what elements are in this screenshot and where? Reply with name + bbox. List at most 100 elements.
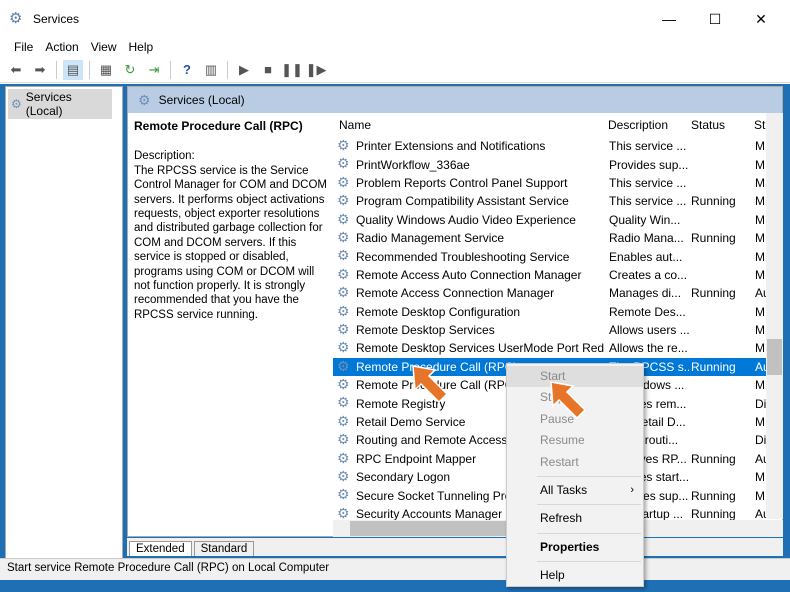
toolbar: ⬅ ➡ ▤ ▦ ↻ ⇥ ? ▥ ▶ ■ ❚❚ ❚▶ bbox=[0, 57, 790, 83]
menu-item-resume[interactable]: Resume bbox=[507, 430, 643, 451]
gear-icon: ⚙ bbox=[337, 339, 350, 356]
services-app-icon: ⚙ bbox=[9, 10, 23, 27]
tab-extended[interactable]: Extended bbox=[129, 541, 192, 556]
gear-icon: ⚙ bbox=[337, 431, 350, 448]
service-description: Enables aut... bbox=[609, 249, 683, 264]
minimize-button[interactable]: — bbox=[646, 0, 692, 38]
service-description: Provides sup... bbox=[609, 157, 689, 172]
service-name: Remote Desktop Services bbox=[356, 323, 495, 338]
menu-help[interactable]: Help bbox=[123, 38, 160, 56]
service-row[interactable]: ⚙ Remote Desktop Services Allows users .… bbox=[333, 321, 783, 339]
service-row[interactable]: ⚙ Program Compatibility Assistant Servic… bbox=[333, 192, 783, 210]
menu-item-label: All Tasks bbox=[540, 482, 588, 497]
back-icon[interactable]: ⬅ bbox=[6, 60, 26, 80]
service-description: Quality Win... bbox=[609, 212, 681, 227]
service-name: Printer Extensions and Notifications bbox=[356, 139, 546, 154]
gear-icon: ⚙ bbox=[337, 412, 350, 429]
service-status: Running bbox=[691, 359, 736, 374]
stop-service-icon[interactable]: ■ bbox=[258, 60, 278, 80]
service-row[interactable]: ⚙ Remote Access Connection Manager Manag… bbox=[333, 284, 783, 302]
service-row[interactable]: ⚙ Remote Desktop Configuration Remote De… bbox=[333, 303, 783, 321]
close-button[interactable]: ✕ bbox=[738, 0, 784, 38]
service-status: Running bbox=[691, 194, 736, 209]
scroll-thumb[interactable] bbox=[350, 521, 510, 536]
services-pane: ⚙ Services (Local) Remote Procedure Call… bbox=[127, 86, 783, 537]
status-bar: Start service Remote Procedure Call (RPC… bbox=[0, 558, 790, 580]
start-service-icon[interactable]: ▶ bbox=[234, 60, 254, 80]
gear-icon: ⚙ bbox=[337, 394, 350, 411]
forward-icon[interactable]: ➡ bbox=[30, 60, 50, 80]
gear-icon: ⚙ bbox=[337, 302, 350, 319]
toolbar-separator bbox=[170, 60, 171, 79]
export-list-icon[interactable]: ⇥ bbox=[144, 60, 164, 80]
service-name: Remote Desktop Services UserMode Port Re… bbox=[356, 341, 604, 356]
tree-item-services-local[interactable]: ⚙ Services (Local) bbox=[8, 89, 112, 119]
refresh-icon[interactable]: ↻ bbox=[120, 60, 140, 80]
show-hide-action-pane-icon[interactable]: ▥ bbox=[201, 60, 221, 80]
gear-icon: ⚙ bbox=[337, 173, 350, 190]
service-row[interactable]: ⚙ Radio Management Service Radio Mana...… bbox=[333, 229, 783, 247]
service-status: Running bbox=[691, 488, 736, 503]
menu-item-restart[interactable]: Restart bbox=[507, 452, 643, 473]
service-status: Running bbox=[691, 507, 736, 521]
column-header-name[interactable]: Name bbox=[339, 118, 371, 132]
gear-icon: ⚙ bbox=[337, 265, 350, 282]
maximize-button[interactable]: ☐ bbox=[692, 0, 738, 38]
description-text: The RPCSS service is the Service Control… bbox=[134, 164, 328, 321]
menu-item-refresh[interactable]: Refresh bbox=[507, 508, 643, 529]
gear-icon: ⚙ bbox=[337, 357, 350, 374]
help-icon[interactable]: ? bbox=[177, 60, 197, 80]
service-row[interactable]: ⚙ PrintWorkflow_336ae Provides sup... M bbox=[333, 155, 783, 173]
service-row[interactable]: ⚙ Quality Windows Audio Video Experience… bbox=[333, 211, 783, 229]
service-details: Remote Procedure Call (RPC) Description:… bbox=[134, 119, 330, 322]
service-name: Program Compatibility Assistant Service bbox=[356, 194, 569, 209]
menu-item-properties[interactable]: Properties bbox=[507, 537, 643, 558]
description-label: Description: bbox=[134, 150, 195, 163]
menu-file[interactable]: File bbox=[8, 38, 39, 56]
pointer-arrow-icon bbox=[550, 381, 587, 420]
menu-item-all-tasks[interactable]: All Tasks › bbox=[507, 480, 643, 501]
service-row[interactable]: ⚙ Remote Access Auto Connection Manager … bbox=[333, 266, 783, 284]
column-header-startup-type[interactable]: St bbox=[754, 118, 765, 132]
menu-action[interactable]: Action bbox=[39, 38, 84, 56]
title-bar: ⚙ Services — ☐ ✕ bbox=[0, 0, 790, 38]
view-tabs: Extended Standard bbox=[127, 538, 783, 556]
tree-item-label: Services (Local) bbox=[25, 90, 72, 118]
service-row[interactable]: ⚙ Remote Desktop Services UserMode Port … bbox=[333, 339, 783, 357]
gear-icon: ⚙ bbox=[11, 97, 22, 111]
vertical-scrollbar[interactable] bbox=[766, 113, 783, 519]
service-description: Radio Mana... bbox=[609, 231, 684, 246]
scroll-thumb[interactable] bbox=[767, 339, 782, 375]
gear-icon: ⚙ bbox=[337, 468, 350, 485]
pane-header-title: Services (Local) bbox=[158, 93, 245, 107]
service-row[interactable]: ⚙ Printer Extensions and Notifications T… bbox=[333, 137, 783, 155]
menu-view[interactable]: View bbox=[85, 38, 123, 56]
pause-service-icon[interactable]: ❚❚ bbox=[281, 60, 303, 80]
console-tree-icon[interactable]: ▤ bbox=[63, 59, 83, 80]
gear-icon: ⚙ bbox=[337, 284, 350, 301]
properties-icon[interactable]: ▦ bbox=[96, 60, 116, 80]
gear-icon: ⚙ bbox=[337, 247, 350, 264]
gear-icon: ⚙ bbox=[337, 210, 350, 227]
pointer-arrow-icon bbox=[412, 365, 449, 404]
menu-separator bbox=[537, 504, 641, 506]
column-header-description[interactable]: Description bbox=[608, 118, 668, 132]
tab-standard[interactable]: Standard bbox=[193, 541, 255, 556]
service-status: Running bbox=[691, 231, 736, 246]
menu-item-help[interactable]: Help bbox=[507, 565, 643, 586]
service-row[interactable]: ⚙ Recommended Troubleshooting Service En… bbox=[333, 247, 783, 265]
service-name: PrintWorkflow_336ae bbox=[356, 157, 470, 172]
restart-service-icon[interactable]: ❚▶ bbox=[306, 60, 327, 80]
service-row[interactable]: ⚙ Problem Reports Control Panel Support … bbox=[333, 174, 783, 192]
gear-icon: ⚙ bbox=[337, 376, 350, 393]
service-description: This service ... bbox=[609, 139, 687, 154]
window-title: Services bbox=[33, 12, 80, 26]
chevron-right-icon: › bbox=[630, 483, 634, 496]
service-description: Creates a co... bbox=[609, 267, 688, 282]
service-description: This service ... bbox=[609, 194, 687, 209]
column-header-status[interactable]: Status bbox=[691, 118, 725, 132]
service-name: Remote Access Auto Connection Manager bbox=[356, 267, 582, 282]
toolbar-separator bbox=[56, 60, 57, 79]
toolbar-separator bbox=[227, 60, 228, 79]
menu-separator bbox=[537, 475, 641, 477]
